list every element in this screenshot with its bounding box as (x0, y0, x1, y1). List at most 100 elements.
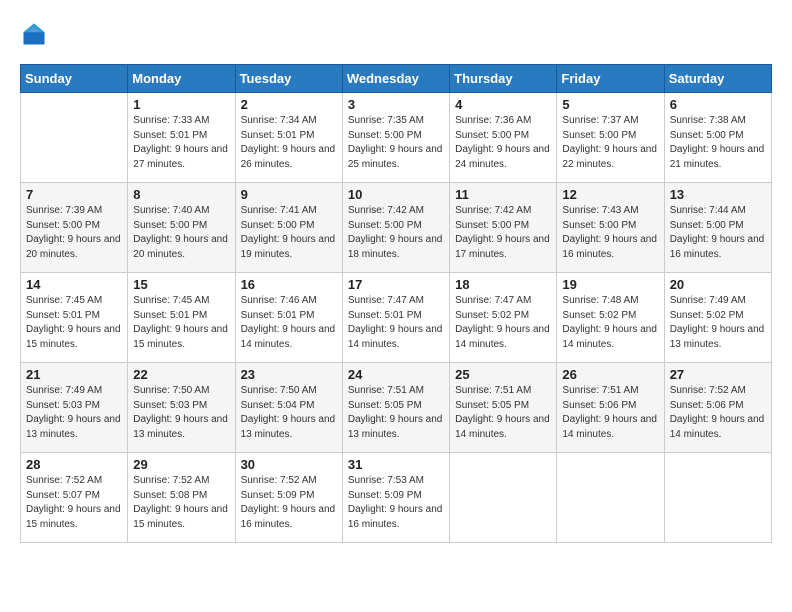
day-number: 31 (348, 457, 444, 472)
day-number: 25 (455, 367, 551, 382)
day-number: 22 (133, 367, 229, 382)
page-header (20, 20, 772, 48)
day-info: Sunrise: 7:52 AM Sunset: 5:06 PM Dayligh… (670, 384, 766, 442)
calendar-day-cell: 9 Sunrise: 7:41 AM Sunset: 5:00 PM Daylig… (235, 183, 342, 273)
day-number: 12 (562, 187, 658, 202)
day-info: Sunrise: 7:40 AM Sunset: 5:00 PM Dayligh… (133, 204, 229, 262)
day-info: Sunrise: 7:45 AM Sunset: 5:01 PM Dayligh… (26, 294, 122, 352)
header-row: SundayMondayTuesdayWednesdayThursdayFrid… (21, 65, 772, 93)
calendar-day-cell: 18 Sunrise: 7:47 AM Sunset: 5:02 PM Dayli… (450, 273, 557, 363)
day-info: Sunrise: 7:51 AM Sunset: 5:06 PM Dayligh… (562, 384, 658, 442)
day-number: 18 (455, 277, 551, 292)
day-number: 11 (455, 187, 551, 202)
day-info: Sunrise: 7:52 AM Sunset: 5:08 PM Dayligh… (133, 474, 229, 532)
calendar-day-cell: 2Sunrise: 7:34 AM Sunset: 5:01 PM Daylig… (235, 93, 342, 183)
calendar-day-cell: 10Sunrise: 7:42 AM Sunset: 5:00 PM Dayli… (342, 183, 449, 273)
calendar-day-cell: 27 Sunrise: 7:52 AM Sunset: 5:06 PM Dayli… (664, 363, 771, 453)
calendar-week-row: 21 Sunrise: 7:49 AM Sunset: 5:03 PM Dayli… (21, 363, 772, 453)
calendar-table: SundayMondayTuesdayWednesdayThursdayFrid… (20, 64, 772, 543)
calendar-day-cell: 30 Sunrise: 7:52 AM Sunset: 5:09 PM Dayli… (235, 453, 342, 543)
day-info: Sunrise: 7:36 AM Sunset: 5:00 PM Dayligh… (455, 114, 551, 172)
day-number: 6 (670, 97, 766, 112)
day-number: 19 (562, 277, 658, 292)
calendar-day-cell: 8 Sunrise: 7:40 AM Sunset: 5:00 PM Daylig… (128, 183, 235, 273)
day-number: 7 (26, 187, 122, 202)
day-info: Sunrise: 7:52 AM Sunset: 5:09 PM Dayligh… (241, 474, 337, 532)
calendar-day-cell: 11Sunrise: 7:42 AM Sunset: 5:00 PM Dayli… (450, 183, 557, 273)
calendar-day-cell (450, 453, 557, 543)
day-info: Sunrise: 7:37 AM Sunset: 5:00 PM Dayligh… (562, 114, 658, 172)
logo-icon (20, 20, 48, 48)
calendar-day-cell: 5Sunrise: 7:37 AM Sunset: 5:00 PM Daylig… (557, 93, 664, 183)
day-of-week-header: Saturday (664, 65, 771, 93)
calendar-day-cell: 12 Sunrise: 7:43 AM Sunset: 5:00 PM Dayli… (557, 183, 664, 273)
day-info: Sunrise: 7:45 AM Sunset: 5:01 PM Dayligh… (133, 294, 229, 352)
day-number: 27 (670, 367, 766, 382)
day-number: 28 (26, 457, 122, 472)
day-number: 23 (241, 367, 337, 382)
day-info: Sunrise: 7:41 AM Sunset: 5:00 PM Dayligh… (241, 204, 337, 262)
calendar-body: 1 Sunrise: 7:33 AM Sunset: 5:01 PM Daylig… (21, 93, 772, 543)
day-info: Sunrise: 7:47 AM Sunset: 5:02 PM Dayligh… (455, 294, 551, 352)
day-number: 3 (348, 97, 444, 112)
calendar-week-row: 28 Sunrise: 7:52 AM Sunset: 5:07 PM Dayli… (21, 453, 772, 543)
day-info: Sunrise: 7:52 AM Sunset: 5:07 PM Dayligh… (26, 474, 122, 532)
day-number: 21 (26, 367, 122, 382)
calendar-day-cell: 26 Sunrise: 7:51 AM Sunset: 5:06 PM Dayli… (557, 363, 664, 453)
calendar-day-cell: 28 Sunrise: 7:52 AM Sunset: 5:07 PM Dayli… (21, 453, 128, 543)
calendar-week-row: 7 Sunrise: 7:39 AM Sunset: 5:00 PM Daylig… (21, 183, 772, 273)
day-of-week-header: Friday (557, 65, 664, 93)
day-of-week-header: Wednesday (342, 65, 449, 93)
day-info: Sunrise: 7:51 AM Sunset: 5:05 PM Dayligh… (455, 384, 551, 442)
day-number: 9 (241, 187, 337, 202)
calendar-day-cell: 6 Sunrise: 7:38 AM Sunset: 5:00 PM Daylig… (664, 93, 771, 183)
calendar-day-cell: 22 Sunrise: 7:50 AM Sunset: 5:03 PM Dayli… (128, 363, 235, 453)
day-info: Sunrise: 7:43 AM Sunset: 5:00 PM Dayligh… (562, 204, 658, 262)
day-info: Sunrise: 7:50 AM Sunset: 5:03 PM Dayligh… (133, 384, 229, 442)
day-number: 8 (133, 187, 229, 202)
calendar-day-cell: 19 Sunrise: 7:48 AM Sunset: 5:02 PM Dayli… (557, 273, 664, 363)
day-of-week-header: Monday (128, 65, 235, 93)
calendar-day-cell: 29 Sunrise: 7:52 AM Sunset: 5:08 PM Dayli… (128, 453, 235, 543)
day-info: Sunrise: 7:42 AM Sunset: 5:00 PM Dayligh… (348, 204, 444, 262)
day-info: Sunrise: 7:49 AM Sunset: 5:02 PM Dayligh… (670, 294, 766, 352)
day-number: 15 (133, 277, 229, 292)
calendar-day-cell: 20 Sunrise: 7:49 AM Sunset: 5:02 PM Dayli… (664, 273, 771, 363)
day-info: Sunrise: 7:38 AM Sunset: 5:00 PM Dayligh… (670, 114, 766, 172)
day-number: 14 (26, 277, 122, 292)
day-number: 4 (455, 97, 551, 112)
calendar-day-cell: 4 Sunrise: 7:36 AM Sunset: 5:00 PM Daylig… (450, 93, 557, 183)
calendar-day-cell (21, 93, 128, 183)
calendar-day-cell: 24 Sunrise: 7:51 AM Sunset: 5:05 PM Dayli… (342, 363, 449, 453)
calendar-day-cell: 15 Sunrise: 7:45 AM Sunset: 5:01 PM Dayli… (128, 273, 235, 363)
day-number: 20 (670, 277, 766, 292)
day-number: 29 (133, 457, 229, 472)
calendar-day-cell (664, 453, 771, 543)
calendar-day-cell: 1 Sunrise: 7:33 AM Sunset: 5:01 PM Daylig… (128, 93, 235, 183)
calendar-day-cell: 13Sunrise: 7:44 AM Sunset: 5:00 PM Dayli… (664, 183, 771, 273)
day-info: Sunrise: 7:51 AM Sunset: 5:05 PM Dayligh… (348, 384, 444, 442)
day-of-week-header: Tuesday (235, 65, 342, 93)
day-number: 1 (133, 97, 229, 112)
day-info: Sunrise: 7:48 AM Sunset: 5:02 PM Dayligh… (562, 294, 658, 352)
day-info: Sunrise: 7:46 AM Sunset: 5:01 PM Dayligh… (241, 294, 337, 352)
day-info: Sunrise: 7:49 AM Sunset: 5:03 PM Dayligh… (26, 384, 122, 442)
day-info: Sunrise: 7:39 AM Sunset: 5:00 PM Dayligh… (26, 204, 122, 262)
day-number: 26 (562, 367, 658, 382)
day-number: 16 (241, 277, 337, 292)
day-info: Sunrise: 7:47 AM Sunset: 5:01 PM Dayligh… (348, 294, 444, 352)
calendar-day-cell: 31Sunrise: 7:53 AM Sunset: 5:09 PM Dayli… (342, 453, 449, 543)
calendar-week-row: 14 Sunrise: 7:45 AM Sunset: 5:01 PM Dayli… (21, 273, 772, 363)
calendar-day-cell: 23Sunrise: 7:50 AM Sunset: 5:04 PM Dayli… (235, 363, 342, 453)
day-number: 17 (348, 277, 444, 292)
day-of-week-header: Thursday (450, 65, 557, 93)
day-number: 2 (241, 97, 337, 112)
day-number: 30 (241, 457, 337, 472)
day-of-week-header: Sunday (21, 65, 128, 93)
calendar-week-row: 1 Sunrise: 7:33 AM Sunset: 5:01 PM Daylig… (21, 93, 772, 183)
day-info: Sunrise: 7:33 AM Sunset: 5:01 PM Dayligh… (133, 114, 229, 172)
day-number: 24 (348, 367, 444, 382)
calendar-day-cell (557, 453, 664, 543)
day-info: Sunrise: 7:44 AM Sunset: 5:00 PM Dayligh… (670, 204, 766, 262)
calendar-day-cell: 25 Sunrise: 7:51 AM Sunset: 5:05 PM Dayli… (450, 363, 557, 453)
